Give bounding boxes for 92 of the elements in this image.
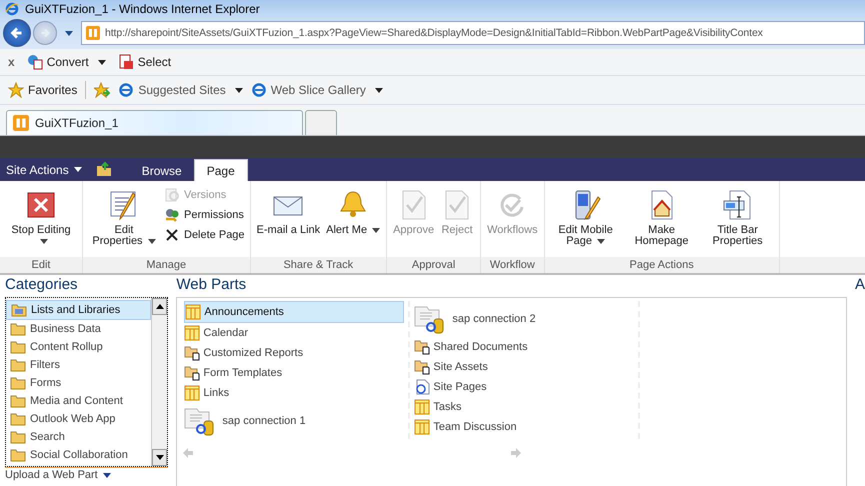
- ribbon-button[interactable]: Permissions: [162, 207, 247, 223]
- categories-heading: Categories: [5, 275, 79, 295]
- ribbon-button[interactable]: Make Homepage: [624, 187, 700, 249]
- category-item[interactable]: Filters: [6, 356, 152, 374]
- browser-logo-icon: [5, 2, 19, 16]
- web-part-item[interactable]: Team Discussion: [414, 417, 634, 437]
- category-item[interactable]: Outlook Web App: [6, 410, 152, 428]
- web-part-item[interactable]: sap connection 2: [414, 301, 634, 337]
- list-icon: [184, 385, 200, 401]
- list-icon: [414, 399, 430, 415]
- folder-document-icon: [184, 365, 200, 381]
- web-part-item[interactable]: Tasks: [414, 397, 634, 417]
- ribbon-group-label: Approval: [410, 258, 456, 273]
- ribbon-button[interactable]: Edit Properties: [86, 187, 162, 249]
- caret-icon[interactable]: [65, 30, 73, 36]
- folder-icon: [10, 447, 26, 463]
- favorites-button[interactable]: Favorites: [8, 82, 78, 98]
- panel-heading: A: [854, 275, 865, 295]
- web-parts-heading: Web Parts: [176, 275, 248, 295]
- category-item[interactable]: Business Data: [6, 320, 152, 338]
- window-title: GuiXTFuzion_1 - Windows Internet Explorer: [25, 2, 260, 16]
- ribbon-button[interactable]: E-mail a Link: [254, 187, 324, 238]
- caret-icon[interactable]: [374, 88, 383, 92]
- folder-document-icon: [414, 359, 430, 375]
- folder-icon: [10, 429, 26, 445]
- upload-web-part-link[interactable]: Upload a Web Part: [5, 467, 168, 482]
- scrollbar[interactable]: [151, 298, 168, 466]
- ribbon-button[interactable]: Stop Editing: [3, 187, 79, 249]
- web-part-item[interactable]: Site Pages: [414, 377, 634, 397]
- ribbon-button[interactable]: Edit Mobile Page: [548, 187, 624, 249]
- category-item[interactable]: Social Collaboration: [6, 446, 152, 464]
- folder-document-icon: [414, 339, 430, 355]
- down-arrow-icon[interactable]: [156, 455, 164, 460]
- document-icon: [118, 54, 134, 70]
- folder-icon: [10, 393, 26, 409]
- caret-icon[interactable]: [234, 88, 243, 92]
- folder-icon: [10, 375, 26, 391]
- document-globe-icon: [414, 379, 430, 395]
- browser-tab[interactable]: GuiXTFuzion_1: [6, 110, 303, 135]
- browser-logo-icon: [118, 82, 134, 98]
- site-icon: [13, 115, 29, 131]
- up-arrow-icon[interactable]: [156, 304, 164, 309]
- web-part-item[interactable]: Links: [184, 383, 404, 403]
- web-part-item[interactable]: Calendar: [184, 323, 404, 343]
- browser-logo-icon: [250, 82, 267, 98]
- toolbar-button[interactable]: Convert: [26, 54, 106, 70]
- caret-icon[interactable]: [98, 60, 106, 64]
- web-part-item[interactable]: Shared Documents: [414, 337, 634, 357]
- favorites-link[interactable]: Suggested Sites: [118, 82, 243, 98]
- folder-icon: [10, 339, 26, 355]
- globe-document-icon: [26, 54, 43, 70]
- folder-document-icon: [184, 345, 200, 361]
- folder-icon: [11, 302, 27, 318]
- back-button[interactable]: [3, 19, 31, 47]
- address-field[interactable]: http://sharepoint/SiteAssets/GuiXTFuzion_1.aspx?PageView=Shared&DisplayMode=Design&InitialTabId=Ribbon.WebPartPage&VisibilityContex: [81, 21, 865, 45]
- site-actions-menu[interactable]: Site Actions: [6, 158, 82, 181]
- web-part-item[interactable]: Form Templates: [184, 363, 404, 383]
- magnifier-document-icon: [164, 187, 180, 203]
- list-icon: [184, 325, 200, 341]
- ribbon-button[interactable]: Alert Me: [323, 187, 384, 238]
- ribbon-tab[interactable]: Page: [194, 159, 248, 181]
- star-icon: [8, 82, 24, 98]
- list-icon: [185, 304, 202, 320]
- category-item[interactable]: Lists and Libraries: [6, 300, 152, 320]
- ribbon-button[interactable]: Delete Page: [162, 227, 247, 243]
- caret-icon: [74, 167, 82, 172]
- category-item[interactable]: Content Rollup: [6, 338, 152, 356]
- ribbon-group-label: Manage: [145, 258, 188, 273]
- web-part-item[interactable]: Customized Reports: [184, 343, 404, 363]
- ribbon-group-label: Share & Track: [282, 258, 354, 273]
- site-icon: [86, 26, 100, 40]
- list-icon: [414, 419, 430, 435]
- close-button[interactable]: x: [8, 55, 15, 69]
- cross-icon: [164, 227, 180, 243]
- add-favorites-icon[interactable]: [94, 82, 110, 98]
- favorites-link[interactable]: Web Slice Gallery: [250, 82, 383, 98]
- caret-icon: [102, 472, 111, 478]
- folder-icon: [10, 357, 26, 373]
- web-part-item[interactable]: sap connection 1: [184, 403, 404, 439]
- toolbar-button[interactable]: Select: [118, 54, 172, 70]
- web-part-item[interactable]: Announcements: [184, 301, 404, 323]
- folder-arrow-icon[interactable]: [96, 161, 112, 177]
- ribbon-group-label: Edit: [30, 258, 52, 273]
- category-item[interactable]: Media and Content: [6, 392, 152, 410]
- category-item[interactable]: Search: [6, 428, 152, 446]
- category-item[interactable]: Forms: [6, 374, 152, 392]
- ribbon-tab[interactable]: Browse: [130, 160, 194, 181]
- ribbon-group-label: Page Actions: [628, 258, 695, 273]
- folder-icon: [10, 411, 26, 427]
- ribbon-group-label: Workflow: [488, 258, 536, 273]
- ribbon-button[interactable]: Title Bar Properties: [700, 187, 776, 249]
- web-part-item[interactable]: Site Assets: [414, 357, 634, 377]
